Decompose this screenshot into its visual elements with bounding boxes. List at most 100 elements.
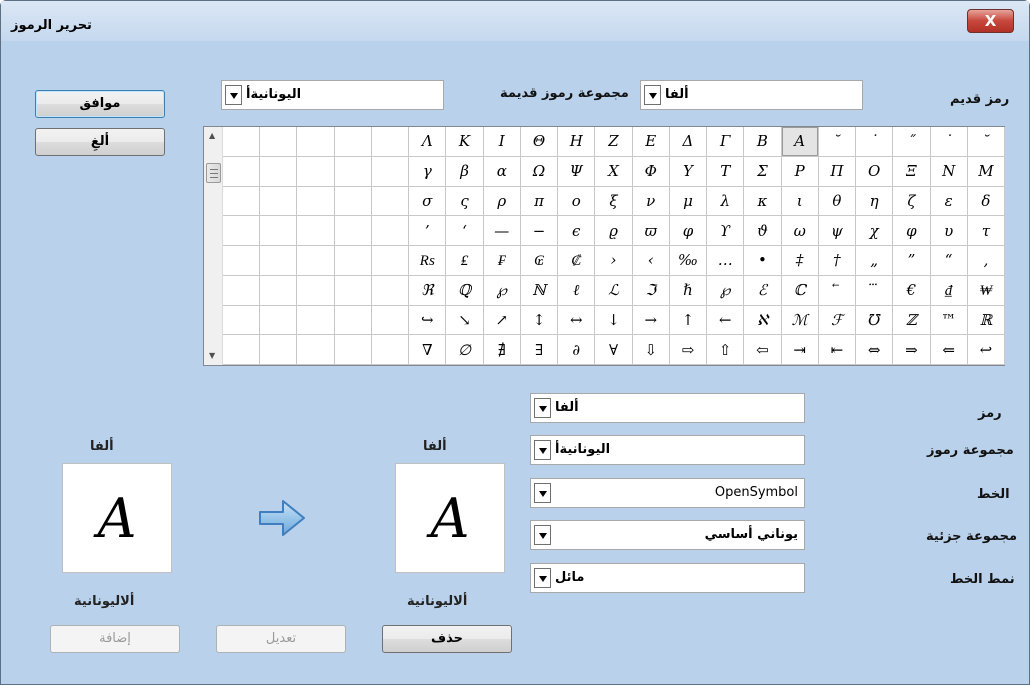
symbol-cell[interactable] xyxy=(334,186,372,217)
symbol-cell[interactable]: ₨ xyxy=(409,246,447,276)
symbol-cell[interactable]: ∅ xyxy=(446,335,484,365)
symbol-cell[interactable]: Ω xyxy=(520,156,559,187)
symbol-cell[interactable] xyxy=(260,156,298,187)
symbol-cell[interactable]: ∇ xyxy=(409,335,447,365)
symbol-cell[interactable]: ω xyxy=(781,216,819,246)
symbol-cell[interactable]: ⇥ xyxy=(781,335,819,365)
symbol-cell[interactable]: ‰ xyxy=(669,246,708,276)
symbol-set-combo[interactable]: اليونانيةأ xyxy=(530,435,805,465)
symbol-cell[interactable]: ⇧ xyxy=(707,335,745,365)
symbol-cell[interactable]: “ xyxy=(930,246,968,276)
symbol-cell[interactable]: Ξ xyxy=(893,156,931,187)
symbol-cell[interactable]: ₣ xyxy=(483,246,521,276)
symbol-cell[interactable]: B xyxy=(744,127,782,157)
symbol-cell[interactable] xyxy=(334,305,372,336)
symbol-cell[interactable] xyxy=(371,246,410,276)
symbol-cell[interactable] xyxy=(371,127,410,157)
symbol-cell[interactable]: ⇒ xyxy=(893,335,931,365)
symbol-cell[interactable]: E xyxy=(632,127,670,157)
symbol-cell[interactable] xyxy=(260,246,298,276)
symbol-cell[interactable]: € xyxy=(893,275,931,306)
symbol-cell[interactable]: δ xyxy=(967,186,1005,217)
symbol-cell[interactable]: ϱ xyxy=(595,216,633,246)
scroll-down-icon[interactable]: ▼ xyxy=(209,351,215,360)
symbol-cell[interactable]: − xyxy=(520,216,559,246)
scroll-up-icon[interactable]: ▲ xyxy=(209,131,215,140)
symbol-cell[interactable]: ℘ xyxy=(483,275,521,306)
symbol-cell[interactable]: θ xyxy=(818,186,857,217)
symbol-cell[interactable] xyxy=(260,275,298,306)
symbol-combo[interactable]: ألفا xyxy=(530,393,805,423)
add-button[interactable]: إضافة xyxy=(50,625,180,653)
symbol-cell[interactable]: Φ xyxy=(632,156,670,187)
symbol-cell[interactable]: ‘ xyxy=(446,216,484,246)
symbol-cell[interactable]: ε xyxy=(930,186,968,217)
symbol-cell[interactable]: ← xyxy=(707,305,745,336)
symbol-cell[interactable]: ∀ xyxy=(595,335,633,365)
symbol-cell[interactable]: ℕ xyxy=(520,275,559,306)
symbol-cell[interactable]: λ xyxy=(707,186,745,217)
symbol-cell[interactable]: ⇔ xyxy=(856,335,894,365)
symbol-cell[interactable]: ψ xyxy=(818,216,857,246)
symbol-cell[interactable] xyxy=(223,305,261,336)
symbol-cell[interactable]: ℰ xyxy=(744,275,782,306)
cancel-button[interactable]: ألغِ xyxy=(35,128,165,156)
symbol-cell[interactable] xyxy=(371,156,410,187)
symbol-cell[interactable]: ↕ xyxy=(520,305,559,336)
symbol-cell[interactable]: ℳ xyxy=(781,305,819,336)
symbol-cell[interactable] xyxy=(371,335,410,365)
symbol-cell[interactable] xyxy=(260,127,298,157)
symbol-cell[interactable]: ₡ xyxy=(558,246,596,276)
symbol-cell[interactable]: η xyxy=(856,186,894,217)
symbol-cell[interactable]: σ xyxy=(409,186,447,217)
symbol-cell[interactable]: O xyxy=(856,156,894,187)
symbol-cell[interactable]: ∃ xyxy=(520,335,559,365)
symbol-cell[interactable]: ℓ xyxy=(558,275,596,306)
symbol-cell[interactable] xyxy=(223,275,261,306)
symbol-cell[interactable]: ⃖ xyxy=(818,275,857,306)
modify-button[interactable]: تعديل xyxy=(216,625,346,653)
symbol-cell[interactable]: ⃛ xyxy=(856,275,894,306)
symbol-cell[interactable]: A xyxy=(781,127,819,157)
symbol-cell[interactable] xyxy=(297,186,335,217)
symbol-cell[interactable]: ς xyxy=(446,186,484,217)
symbol-cell[interactable]: ℂ xyxy=(781,275,819,306)
symbol-cell[interactable] xyxy=(260,186,298,217)
symbol-cell[interactable]: ₢ xyxy=(520,246,559,276)
symbol-cell[interactable]: ↗ xyxy=(483,305,521,336)
symbol-cell[interactable]: ⇩ xyxy=(632,335,670,365)
symbol-cell[interactable]: ₩ xyxy=(967,275,1005,306)
symbol-cell[interactable] xyxy=(297,216,335,246)
symbol-cell[interactable]: ₫ xyxy=(930,275,968,306)
symbol-cell[interactable]: ↔ xyxy=(558,305,596,336)
symbol-cell[interactable]: Δ xyxy=(669,127,708,157)
symbol-cell[interactable]: ℵ xyxy=(744,305,782,336)
symbol-cell[interactable]: ο xyxy=(558,186,596,217)
symbol-cell[interactable]: Θ xyxy=(520,127,559,157)
symbol-cell[interactable]: Z xyxy=(595,127,633,157)
symbol-cell[interactable]: ξ xyxy=(595,186,633,217)
symbol-cell[interactable]: N xyxy=(930,156,968,187)
symbol-cell[interactable]: ™ xyxy=(930,305,968,336)
delete-button[interactable]: حذف xyxy=(382,625,512,653)
symbol-cell[interactable] xyxy=(334,156,372,187)
symbol-cell[interactable]: ι xyxy=(781,186,819,217)
symbol-cell[interactable] xyxy=(223,156,261,187)
symbol-cell[interactable] xyxy=(334,246,372,276)
symbol-cell[interactable]: ↑ xyxy=(669,305,708,336)
symbol-cell[interactable]: ₤ xyxy=(446,246,484,276)
symbol-cell[interactable]: → xyxy=(632,305,670,336)
symbol-cell[interactable]: α xyxy=(483,156,521,187)
symbol-cell[interactable] xyxy=(260,305,298,336)
symbol-cell[interactable] xyxy=(223,216,261,246)
symbol-cell[interactable]: ‹ xyxy=(632,246,670,276)
symbol-cell[interactable]: γ xyxy=(409,156,447,187)
symbol-cell[interactable]: ↩ xyxy=(967,335,1005,365)
symbol-cell[interactable]: ϑ xyxy=(744,216,782,246)
chevron-down-icon[interactable] xyxy=(534,440,551,460)
scroll-thumb[interactable] xyxy=(206,163,221,183)
symbol-cell[interactable]: ℑ xyxy=(632,275,670,306)
symbol-cell[interactable]: ˘ xyxy=(818,127,857,157)
symbol-cell[interactable]: ℧ xyxy=(856,305,894,336)
close-button[interactable]: X xyxy=(967,9,1014,33)
